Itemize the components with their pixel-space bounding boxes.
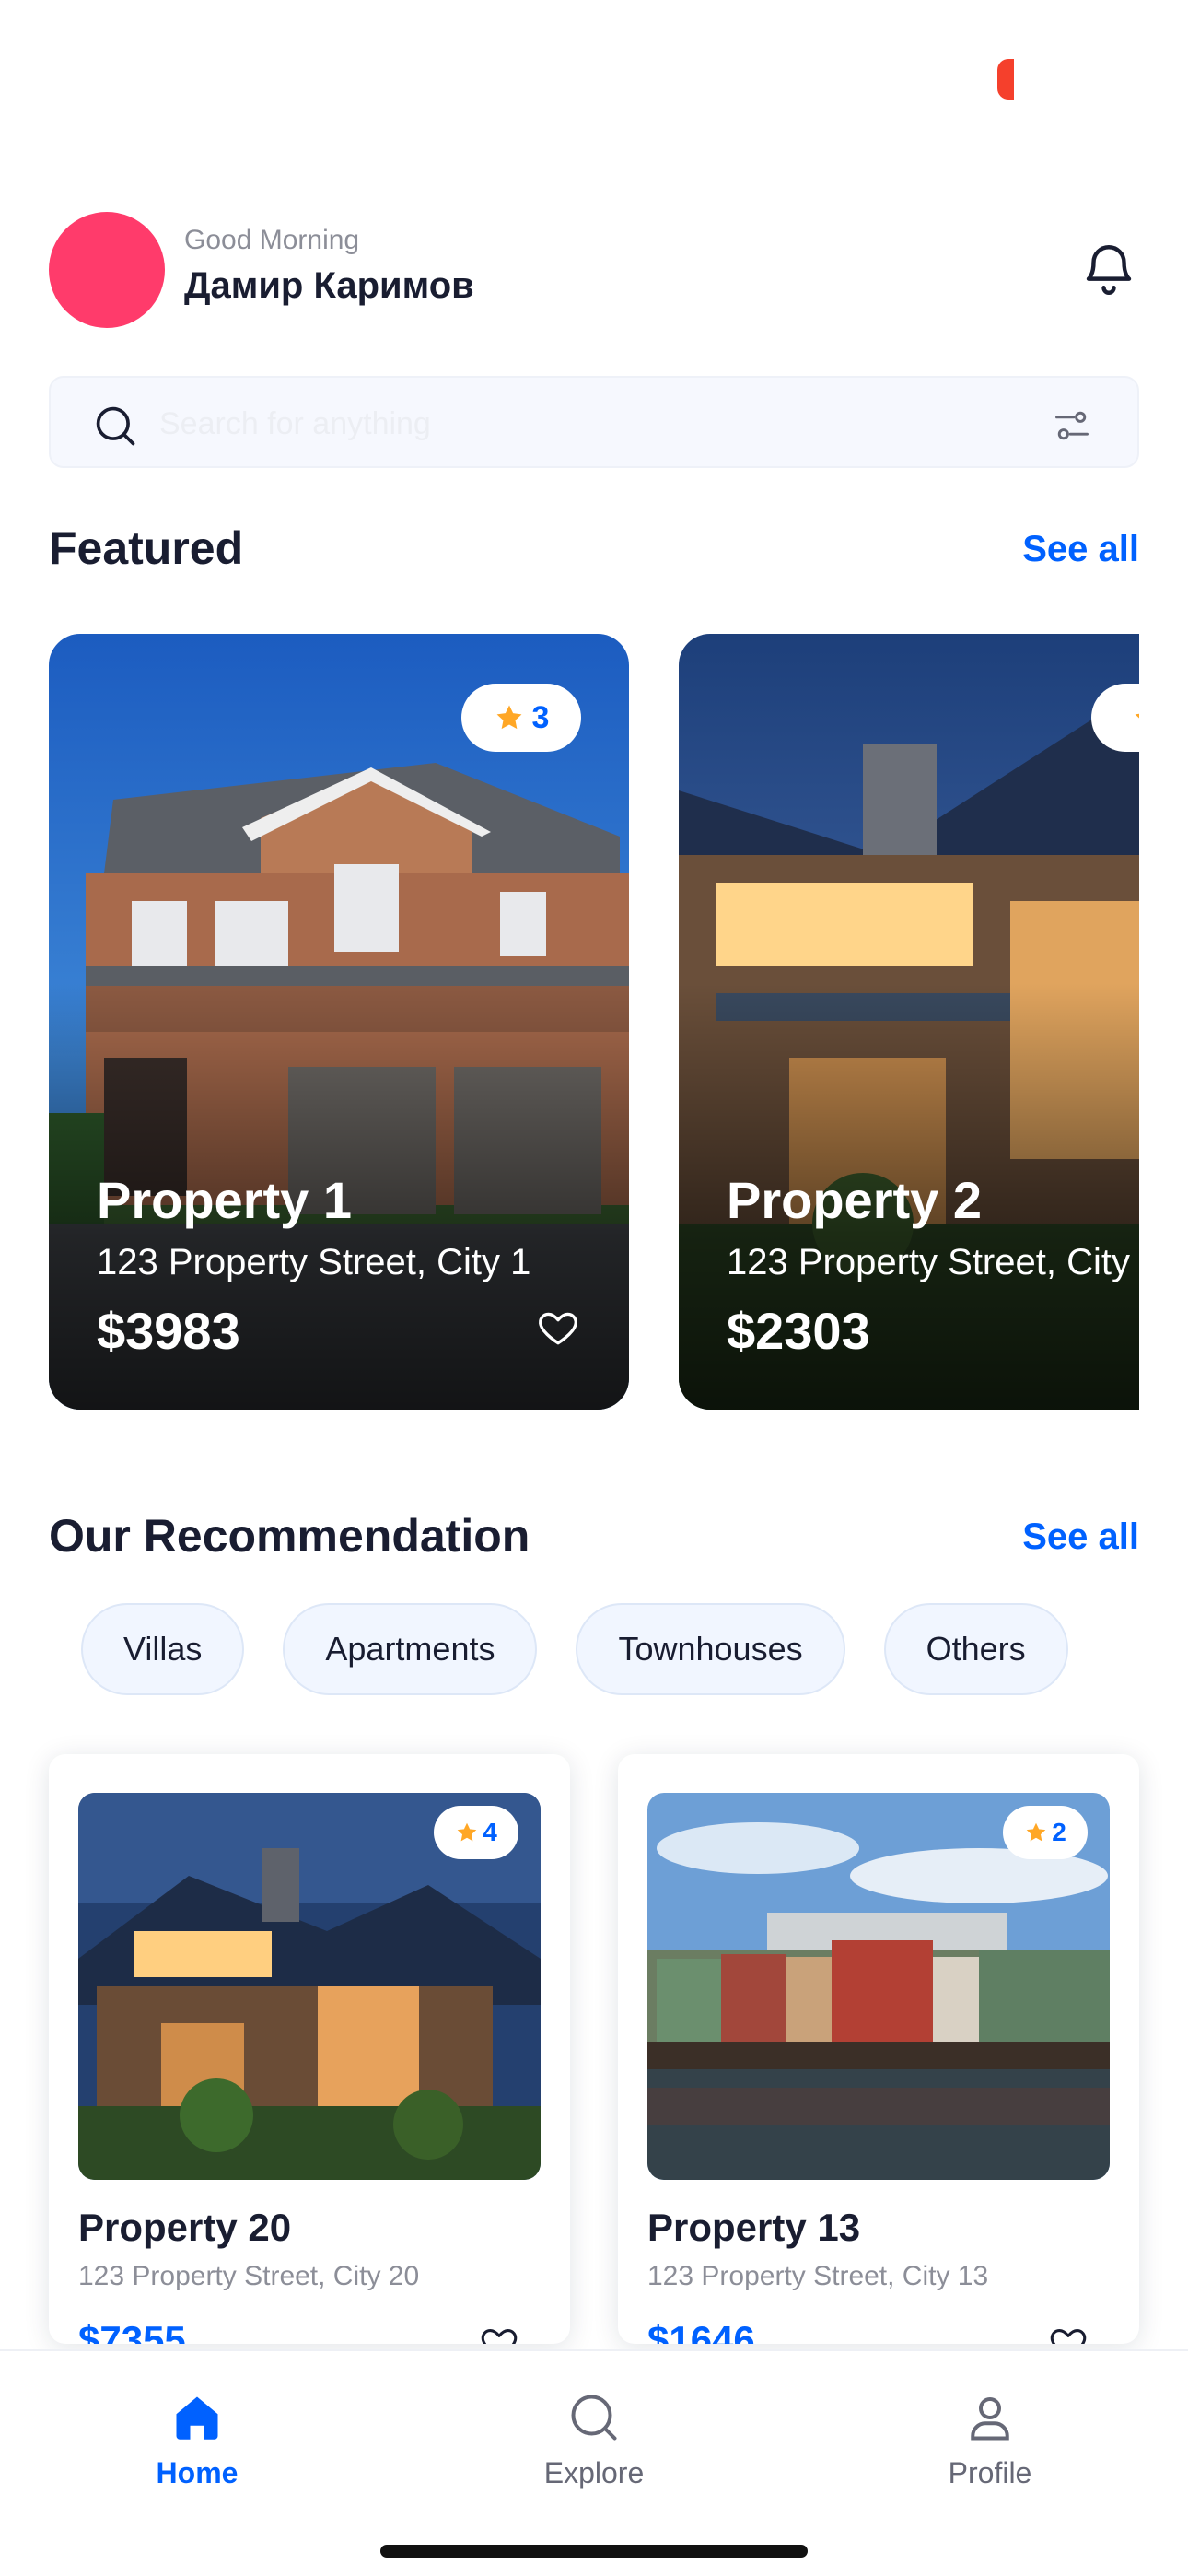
card-overlay — [679, 634, 1139, 1410]
filter-chip-others[interactable]: Others — [883, 1603, 1068, 1695]
rating-value: 3 — [531, 699, 550, 735]
property-address: 123 Property Street, City 20 — [78, 2261, 420, 2291]
user-name: Дамир Каримов — [184, 265, 474, 306]
bell-icon[interactable] — [1078, 240, 1139, 300]
featured-see-all-link[interactable]: See all — [1022, 529, 1139, 570]
property-price: $1646 — [647, 2318, 755, 2344]
property-name: Property 2 — [727, 1171, 982, 1229]
rating-badge: 4 — [434, 1806, 518, 1859]
tab-profile[interactable]: Profile — [898, 2390, 1082, 2510]
avatar[interactable] — [49, 212, 165, 328]
star-icon — [1026, 1822, 1046, 1842]
tab-explore[interactable]: Explore — [502, 2390, 686, 2510]
tab-home-label: Home — [156, 2456, 239, 2489]
property-price: $3983 — [97, 1302, 240, 1360]
property-name: Property 1 — [97, 1171, 352, 1229]
rating-value: 2 — [1052, 1818, 1066, 1846]
search-icon — [571, 2395, 617, 2441]
category-filters: Villas Apartments Townhouses Others — [81, 1603, 1068, 1695]
tab-explore-label: Explore — [543, 2456, 645, 2489]
featured-card[interactable]: Property 2 123 Property Street, City 2 $… — [679, 634, 1139, 1410]
featured-title: Featured — [49, 522, 244, 574]
property-address: 123 Property Street, City 2 — [727, 1242, 1139, 1282]
featured-card[interactable]: 3 Property 1 123 Property Street, City 1… — [49, 634, 629, 1410]
property-photo-frame: 4 — [78, 1793, 541, 2180]
heart-icon[interactable] — [535, 1305, 581, 1351]
tab-bar: Home Explore Profile — [0, 2349, 1188, 2576]
filter-chip-townhouses[interactable]: Townhouses — [576, 1603, 845, 1695]
heart-icon[interactable] — [1047, 2322, 1089, 2344]
header: Good Morning Дамир Каримов — [49, 212, 1139, 328]
home-indicator — [380, 2545, 808, 2558]
rating-badge: 2 — [1003, 1806, 1088, 1859]
tab-home[interactable]: Home — [105, 2390, 289, 2510]
property-name: Property 13 — [647, 2206, 861, 2249]
property-address: 123 Property Street, City 13 — [647, 2261, 989, 2291]
recommendation-see-all-link[interactable]: See all — [1022, 1516, 1139, 1558]
search-input[interactable] — [159, 398, 988, 450]
property-name: Property 20 — [78, 2206, 292, 2249]
property-photo-frame: 2 — [647, 1793, 1110, 2180]
user-icon — [971, 2397, 1009, 2441]
rating-value: 4 — [483, 1818, 497, 1846]
star-icon — [457, 1822, 477, 1842]
search-bar — [49, 376, 1139, 468]
recommendation-card[interactable]: 2 Property 13 123 Property Street, City … — [618, 1754, 1139, 2344]
status-indicator — [997, 59, 1014, 100]
property-price: $2303 — [727, 1302, 870, 1360]
filter-chip-villas[interactable]: Villas — [81, 1603, 245, 1695]
property-price: $7355 — [78, 2318, 186, 2344]
tab-profile-label: Profile — [948, 2456, 1032, 2489]
home-icon — [176, 2396, 218, 2440]
filter-chip-apartments[interactable]: Apartments — [283, 1603, 538, 1695]
star-icon — [1135, 713, 1139, 719]
recommendation-card[interactable]: 4 Property 20 123 Property Street, City … — [49, 1754, 570, 2344]
property-address: 123 Property Street, City 1 — [97, 1242, 531, 1282]
rating-badge: 3 — [461, 684, 581, 752]
search-icon — [96, 406, 135, 446]
filter-icon[interactable] — [1051, 405, 1093, 446]
heart-icon[interactable] — [478, 2322, 520, 2344]
featured-carousel[interactable]: 3 Property 1 123 Property Street, City 1… — [49, 634, 1139, 1410]
star-icon — [496, 705, 521, 730]
greeting: Good Morning — [184, 225, 360, 255]
recommendation-title: Our Recommendation — [49, 1510, 530, 1562]
